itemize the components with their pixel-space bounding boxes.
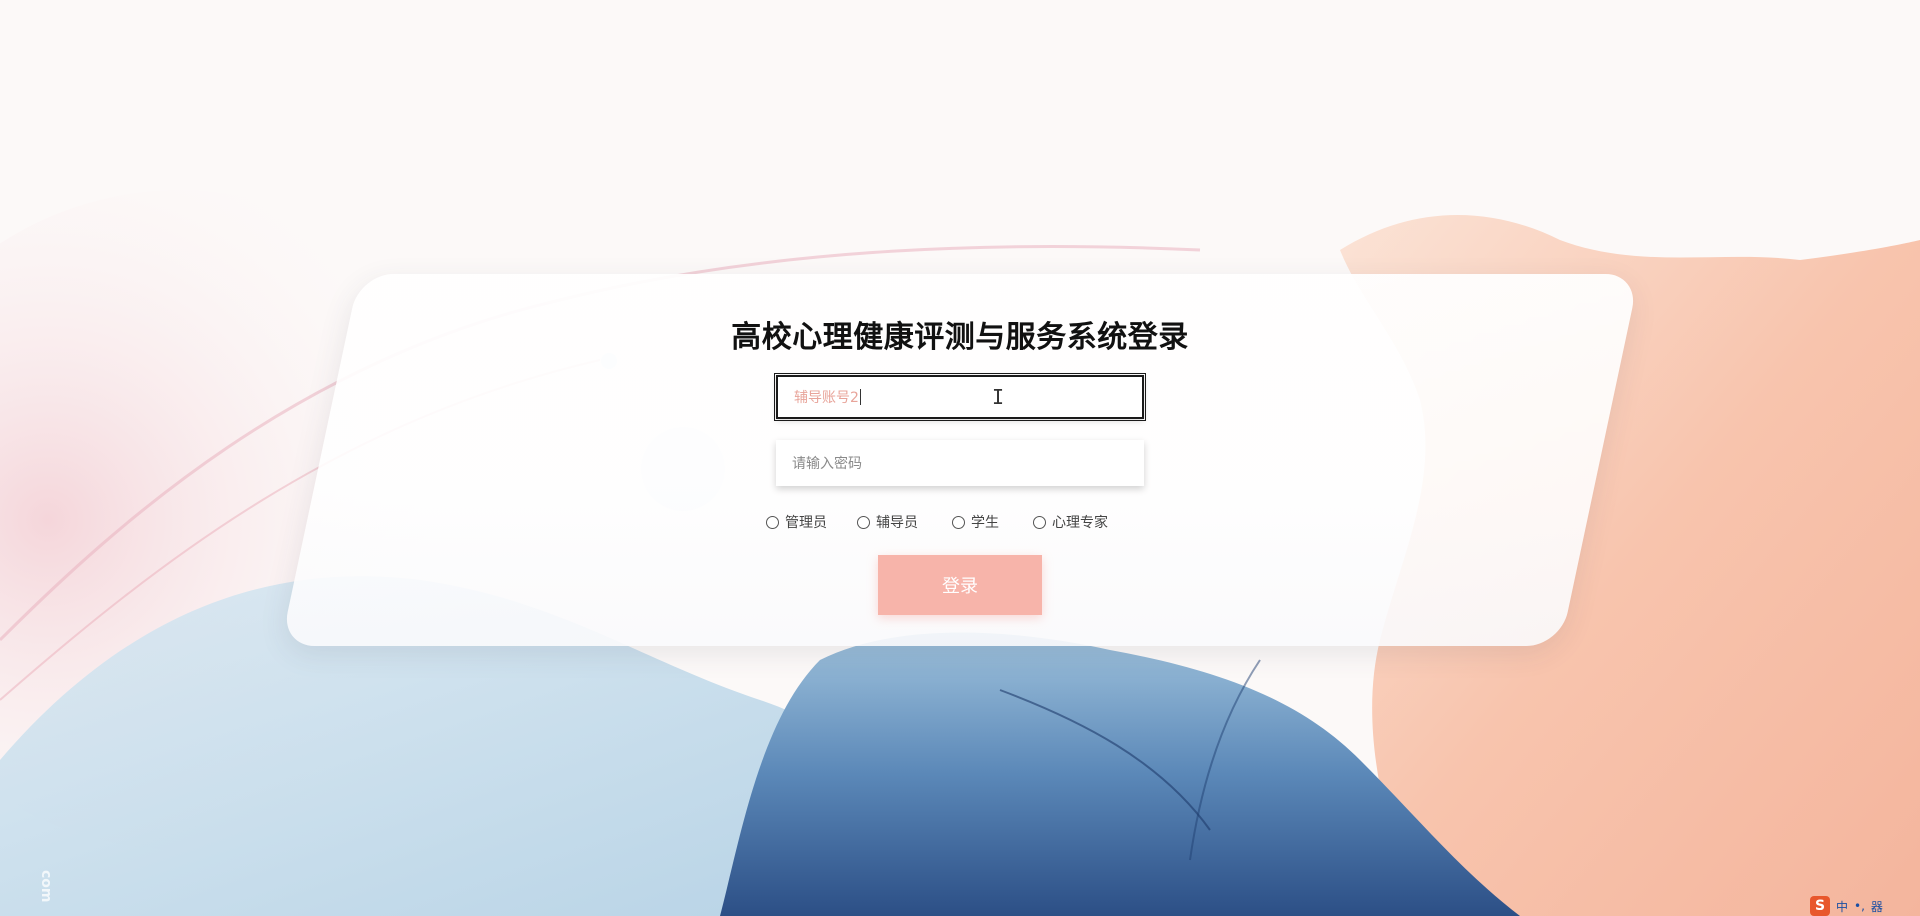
text-caret bbox=[859, 389, 861, 405]
radio-circle-icon[interactable] bbox=[1033, 515, 1046, 529]
role-option-expert[interactable]: 心理专家 bbox=[1033, 512, 1108, 532]
ime-toolbar[interactable]: S 中 •, 器 bbox=[1810, 896, 1920, 916]
role-option-counselor[interactable]: 辅导员 bbox=[857, 512, 918, 532]
account-input[interactable]: 辅导账号2 bbox=[774, 373, 1146, 421]
login-button[interactable]: 登录 bbox=[878, 555, 1042, 615]
role-label-expert: 心理专家 bbox=[1052, 515, 1108, 531]
role-label-counselor: 辅导员 bbox=[876, 515, 918, 531]
role-selector: 管理员 辅导员 学生 心理专家 bbox=[766, 512, 1108, 532]
radio-circle-icon[interactable] bbox=[766, 515, 779, 529]
sogou-logo-icon[interactable]: S bbox=[1810, 896, 1830, 916]
watermark-text: com bbox=[38, 870, 54, 903]
ibeam-cursor-icon: I bbox=[992, 385, 1005, 409]
role-label-student: 学生 bbox=[971, 515, 999, 531]
ime-symbols[interactable]: •, bbox=[1854, 899, 1865, 913]
login-page: 高校心理健康评测与服务系统登录 辅导账号2 I 请输入密码 管理员 辅导员 学生 bbox=[0, 0, 1920, 916]
password-placeholder: 请输入密码 bbox=[792, 456, 862, 472]
account-input-value: 辅导账号2 bbox=[794, 390, 859, 406]
ime-mode[interactable]: 中 bbox=[1836, 898, 1848, 915]
role-option-admin[interactable]: 管理员 bbox=[766, 512, 827, 532]
ime-extra[interactable]: 器 bbox=[1871, 898, 1883, 915]
page-title: 高校心理健康评测与服务系统登录 bbox=[731, 320, 1189, 355]
role-label-admin: 管理员 bbox=[785, 515, 827, 531]
login-form: 高校心理健康评测与服务系统登录 辅导账号2 I 请输入密码 管理员 辅导员 学生 bbox=[0, 274, 1920, 646]
radio-circle-icon[interactable] bbox=[952, 515, 965, 529]
radio-circle-icon[interactable] bbox=[857, 515, 870, 529]
password-input[interactable]: 请输入密码 bbox=[776, 440, 1144, 486]
role-option-student[interactable]: 学生 bbox=[952, 512, 999, 532]
